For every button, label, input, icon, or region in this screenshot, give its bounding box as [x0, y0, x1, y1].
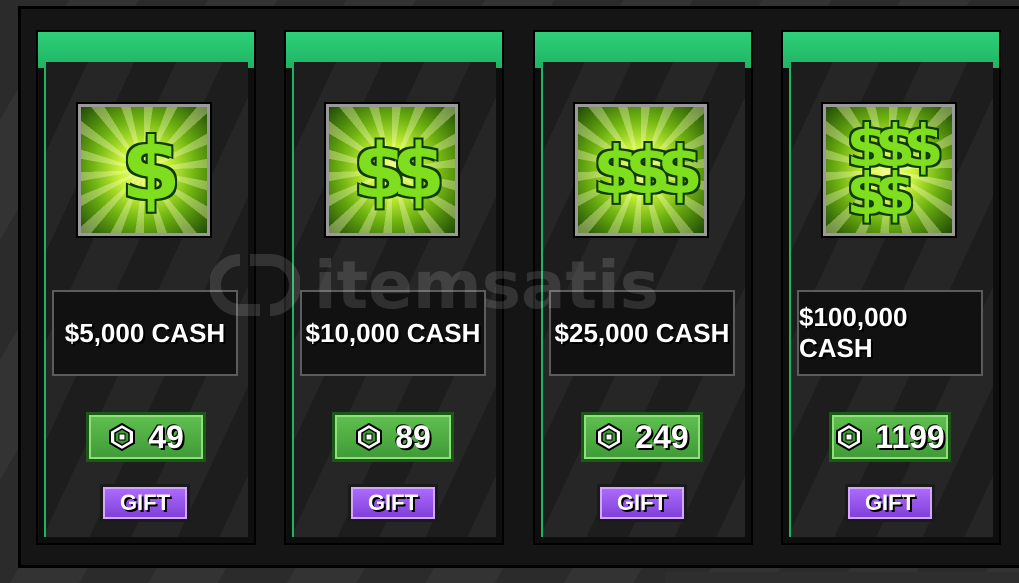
price-value: 89 [395, 418, 431, 455]
dollar-sign-icon: $ [78, 104, 210, 236]
robux-icon [835, 423, 863, 451]
gift-button[interactable]: GIFT [845, 484, 935, 522]
robux-icon [595, 423, 623, 451]
buy-button[interactable]: 89 [332, 412, 454, 462]
product-name-box: $5,000 CASH [52, 290, 238, 376]
robux-icon [355, 423, 383, 451]
dollar-sign-icon: $$$ [575, 104, 707, 236]
buy-button[interactable]: 249 [581, 412, 703, 462]
gift-button[interactable]: GIFT [597, 484, 687, 522]
product-card-5000: $ $5,000 CASH 49 GIFT [36, 30, 256, 545]
gift-label: GIFT [367, 490, 419, 515]
price-value: 249 [635, 418, 689, 455]
dollar-sign-icon: $$$ $$ [823, 104, 955, 236]
product-name: $10,000 CASH [305, 317, 481, 348]
product-card-10000: $$ $10,000 CASH 89 GIFT [284, 30, 504, 545]
price-value: 49 [148, 418, 184, 455]
product-name: $5,000 CASH [64, 317, 226, 348]
robux-icon [108, 423, 136, 451]
gift-label: GIFT [616, 490, 668, 515]
buy-button[interactable]: 49 [86, 412, 206, 462]
product-name: $100,000 CASH [799, 302, 908, 363]
bottom-bar [665, 572, 1019, 583]
gift-button[interactable]: GIFT [100, 484, 190, 522]
product-name-box: $10,000 CASH [300, 290, 486, 376]
dollar-sign-icon: $$ [326, 104, 458, 236]
price-value: 1199 [875, 418, 945, 455]
product-name-box: $25,000 CASH [549, 290, 735, 376]
gift-label: GIFT [119, 490, 171, 515]
gift-button[interactable]: GIFT [348, 484, 438, 522]
product-name-box: $100,000 CASH [797, 290, 983, 376]
product-card-100000: $$$ $$ $100,000 CASH 1199 GIFT [781, 30, 1001, 545]
product-card-25000: $$$ $25,000 CASH 249 GIFT [533, 30, 753, 545]
product-name: $25,000 CASH [554, 317, 730, 348]
gift-label: GIFT [864, 490, 916, 515]
buy-button[interactable]: 1199 [829, 412, 951, 462]
